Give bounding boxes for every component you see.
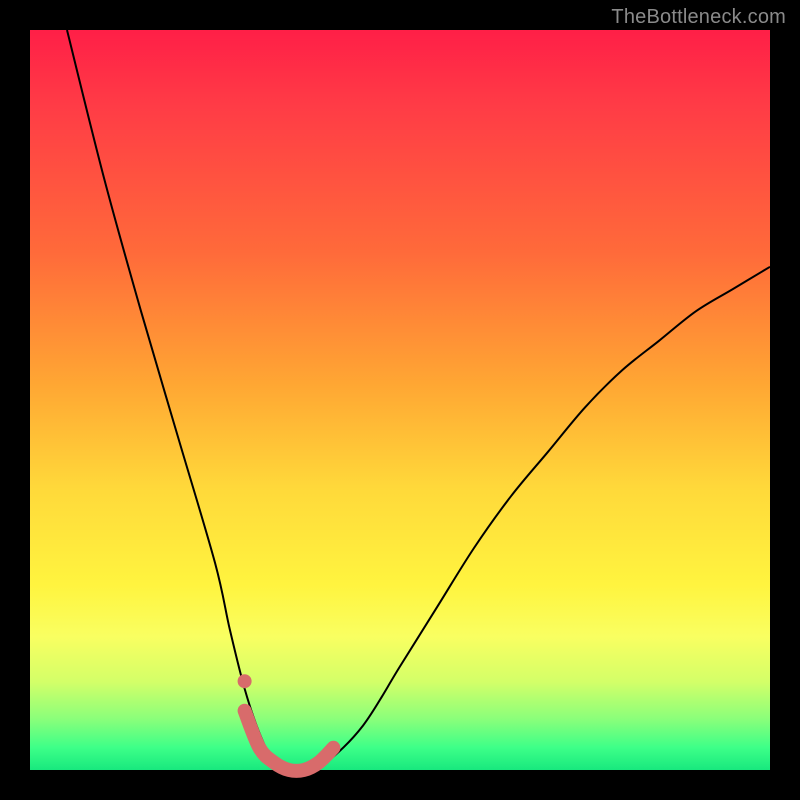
plot-area [30,30,770,770]
bottleneck-curve-path [67,30,770,771]
highlight-dot [238,674,252,688]
highlight-band [245,711,334,771]
highlight-dot-group [238,674,252,688]
chart-svg [30,30,770,770]
highlight-band-path [245,711,334,771]
watermark-text: TheBottleneck.com [611,6,786,29]
chart-frame: TheBottleneck.com [0,0,800,800]
bottleneck-curve [67,30,770,771]
